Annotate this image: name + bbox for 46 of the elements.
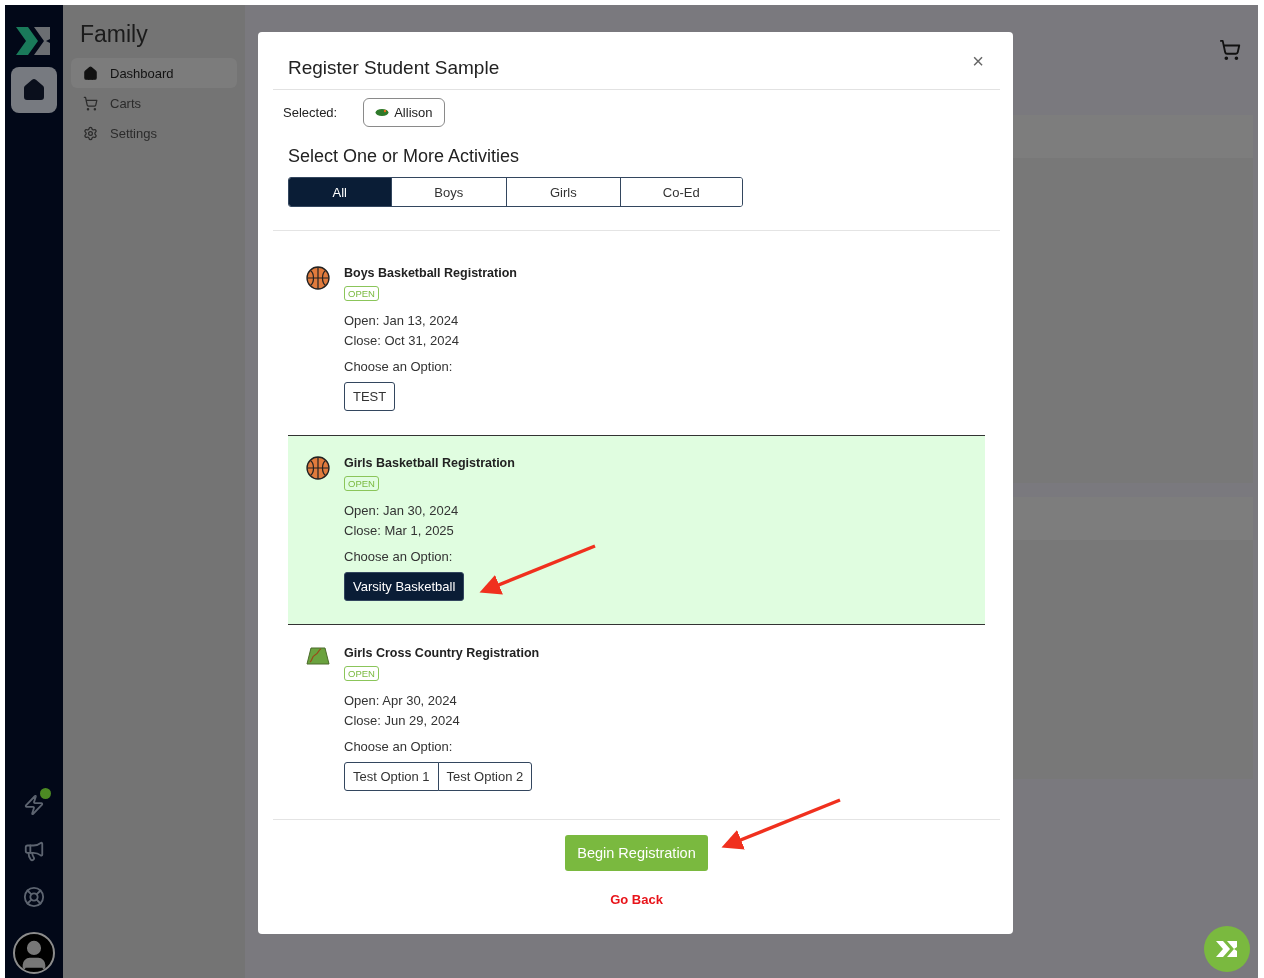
student-chip[interactable]: Allison [363,98,445,127]
section-heading: Select One or More Activities [287,145,521,168]
status-dot [40,788,51,799]
option-button[interactable]: Test Option 2 [437,762,533,791]
close-date: Close: Oct 31, 2024 [344,332,459,350]
chevrons-logo-icon [1215,940,1239,958]
activity-name: Girls Basketball Registration [344,456,515,470]
home-icon [22,78,46,102]
status-tag: OPEN [344,476,379,491]
home-button[interactable] [11,67,57,113]
go-back-link[interactable]: Go Back [610,892,663,907]
bolt-icon[interactable] [23,794,45,816]
filter-tab[interactable]: All [289,178,391,206]
status-tag: OPEN [344,286,379,301]
cart-icon [83,95,98,111]
status-tag: OPEN [344,666,379,681]
lifebuoy-icon[interactable] [23,886,45,908]
basketball-icon [306,266,330,290]
sidebar-title: Family [80,21,149,48]
option-button[interactable]: TEST [344,382,396,411]
selected-label: Selected: [283,105,338,120]
option-prompt: Choose an Option: [344,549,453,564]
option-prompt: Choose an Option: [344,739,453,754]
close-date: Close: Mar 1, 2025 [344,522,454,540]
open-date: Open: Jan 30, 2024 [344,502,459,520]
activity-name: Boys Basketball Registration [344,266,517,280]
megaphone-icon[interactable] [23,840,45,862]
option-prompt: Choose an Option: [344,359,453,374]
option-button[interactable]: Test Option 1 [344,762,439,791]
open-date: Open: Jan 13, 2024 [344,312,459,330]
close-button[interactable]: × [966,50,990,73]
activity-name: Girls Cross Country Registration [344,646,540,660]
option-button[interactable]: Varsity Basketball [344,572,465,601]
open-date: Open: Apr 30, 2024 [344,692,457,710]
home-icon [83,65,98,81]
cart-icon[interactable] [1219,39,1241,61]
dialog-title: Register Student Sample [288,56,500,79]
settings-icon [83,125,98,141]
gator-icon [375,108,390,117]
activity-item[interactable]: Girls Basketball Registration OPEN Open: Jan 30, 2024 Close: Mar 1, 2025 Choose an Option: Varsity Basketball [288,435,985,625]
sidebar-item[interactable]: Dashboard [71,58,237,88]
close-date: Close: Jun 29, 2024 [344,712,460,730]
filter-tab[interactable]: Co-Ed [619,178,742,206]
trail-map-icon [306,646,330,666]
avatar-icon[interactable] [13,932,55,974]
basketball-icon [306,456,330,480]
